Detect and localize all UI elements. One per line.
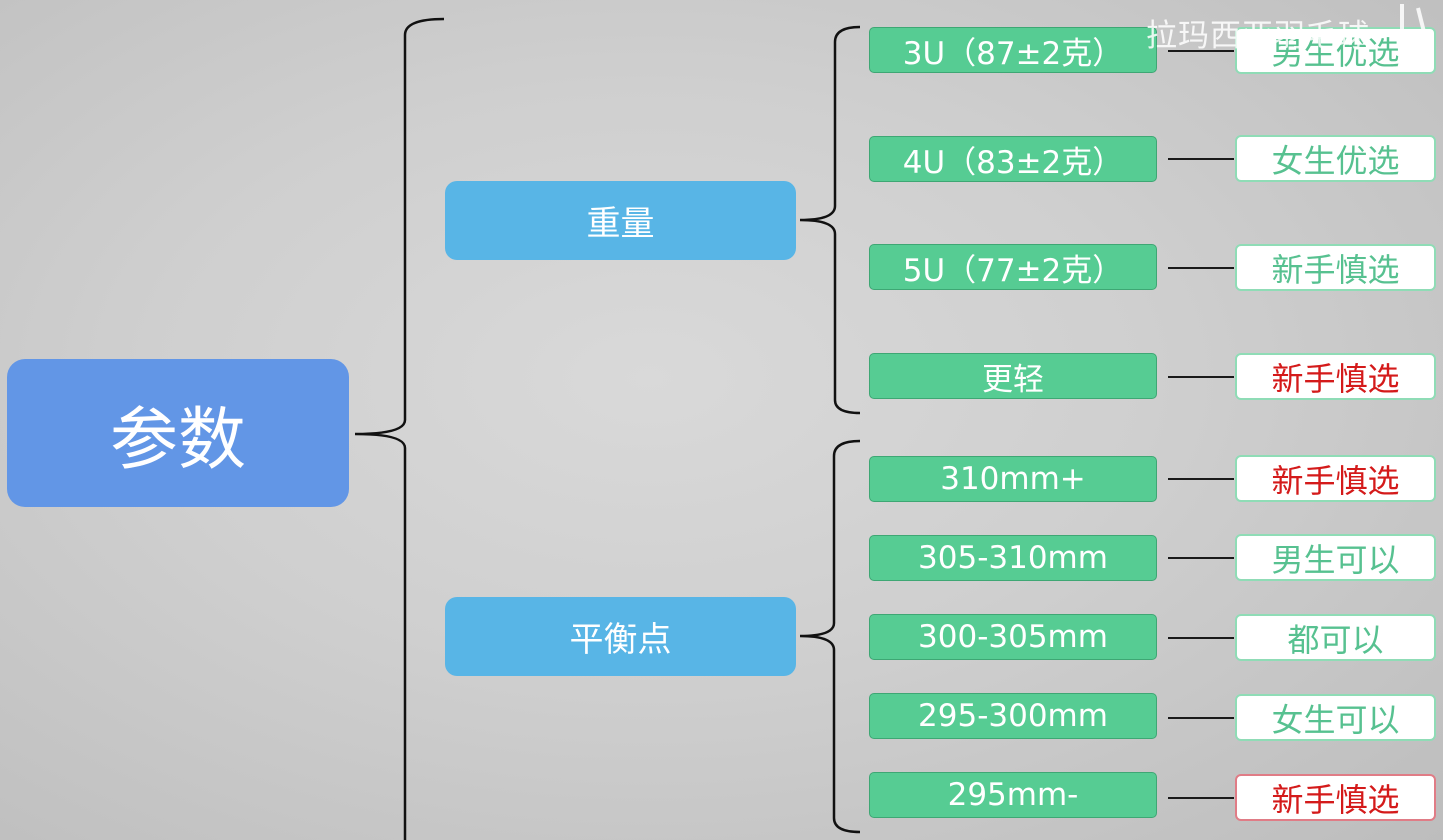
balance-item: 295mm- bbox=[869, 772, 1157, 818]
connector-line bbox=[1168, 637, 1234, 639]
category-weight: 重量 bbox=[445, 181, 796, 260]
weight-item: 更轻 bbox=[869, 353, 1157, 399]
balance-item: 295-300mm bbox=[869, 693, 1157, 739]
connector-line bbox=[1168, 557, 1234, 559]
balance-note: 新手慎选 bbox=[1235, 774, 1436, 821]
balance-item: 300-305mm bbox=[869, 614, 1157, 660]
weight-note: 女生优选 bbox=[1235, 135, 1436, 182]
connector-line bbox=[1168, 797, 1234, 799]
balance-note: 都可以 bbox=[1235, 614, 1436, 661]
weight-note: 新手慎选 bbox=[1235, 353, 1436, 400]
balance-item: 305-310mm bbox=[869, 535, 1157, 581]
weight-note: 新手慎选 bbox=[1235, 244, 1436, 291]
balance-note: 新手慎选 bbox=[1235, 455, 1436, 502]
balance-note: 女生可以 bbox=[1235, 694, 1436, 741]
connector-line bbox=[1168, 478, 1234, 480]
weight-item: 3U（87±2克） bbox=[869, 27, 1157, 73]
connector-line bbox=[1168, 158, 1234, 160]
watermark-text: 拉玛西亚羽毛球 bbox=[1146, 18, 1370, 54]
root-bracket bbox=[354, 17, 445, 840]
balance-note: 男生可以 bbox=[1235, 534, 1436, 581]
balance-bracket bbox=[799, 439, 861, 834]
balance-item: 310mm+ bbox=[869, 456, 1157, 502]
watermark-logo-icon bbox=[1396, 0, 1436, 46]
weight-item: 5U（77±2克） bbox=[869, 244, 1157, 290]
category-balance: 平衡点 bbox=[445, 597, 796, 676]
connector-line bbox=[1168, 267, 1234, 269]
connector-line bbox=[1168, 376, 1234, 378]
weight-item: 4U（83±2克） bbox=[869, 136, 1157, 182]
weight-bracket bbox=[799, 25, 861, 415]
root-node: 参数 bbox=[7, 359, 349, 507]
connector-line bbox=[1168, 717, 1234, 719]
